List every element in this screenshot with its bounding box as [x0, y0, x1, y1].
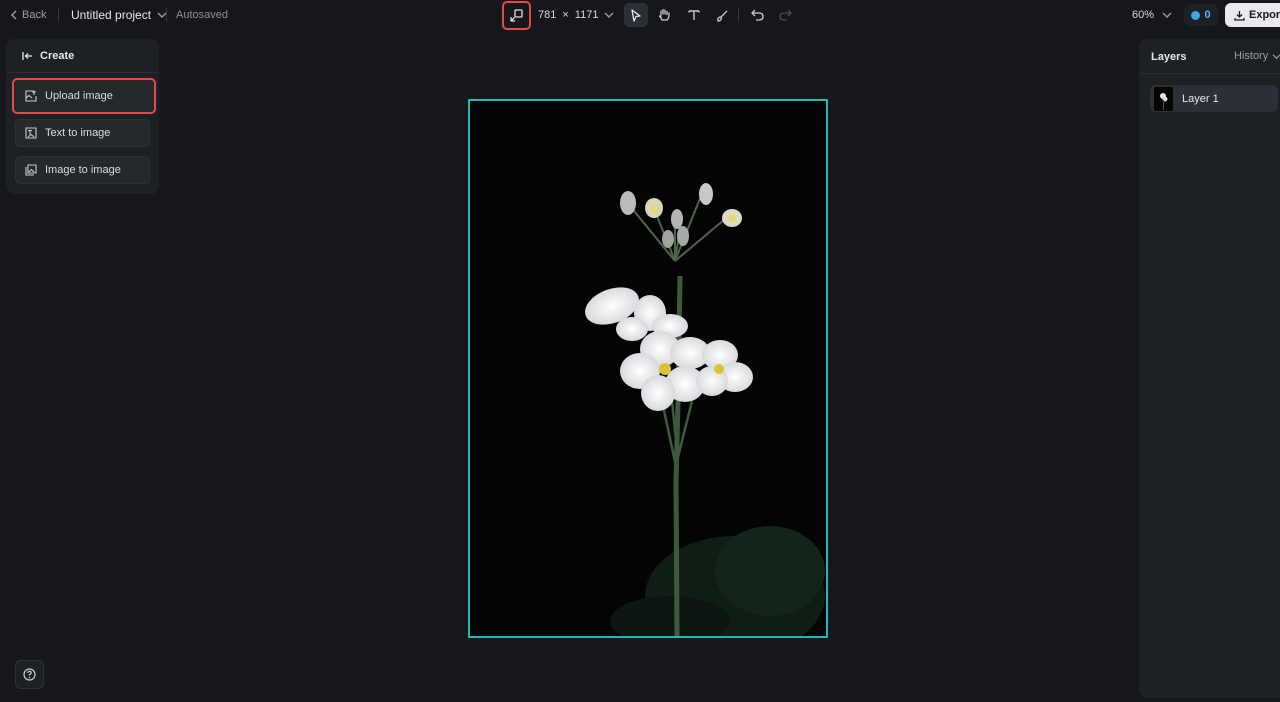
divider: [738, 8, 739, 22]
canvas-height: 1171: [574, 9, 599, 21]
canvas-width: 781: [538, 9, 557, 21]
select-tool[interactable]: [624, 3, 648, 27]
image-to-image-icon: [25, 164, 37, 176]
redo-button[interactable]: [773, 3, 797, 27]
text-icon: [688, 10, 700, 20]
hand-icon: [658, 8, 670, 21]
credits-count: 0: [1204, 9, 1211, 21]
undo-button[interactable]: [745, 3, 769, 27]
chevron-left-icon: [11, 10, 17, 20]
upload-image-button[interactable]: Upload image: [12, 78, 156, 114]
collapse-left-icon: [22, 52, 32, 60]
project-name: Untitled project: [71, 8, 152, 22]
project-name-menu[interactable]: Untitled project: [71, 0, 167, 30]
canvas-size-dropdown[interactable]: 781 × 1171: [538, 0, 614, 30]
layer-item[interactable]: Layer 1: [1150, 85, 1278, 112]
create-item-label: Upload image: [45, 90, 113, 102]
times-sign: ×: [562, 9, 569, 21]
top-bar: Back Untitled project Autosaved 781 × 11…: [0, 0, 1280, 30]
chevron-down-icon: [1272, 53, 1280, 59]
divider: [6, 72, 159, 73]
create-panel: Create Upload image Text to image Image …: [6, 39, 159, 194]
back-button[interactable]: Back: [10, 0, 46, 30]
create-title: Create: [40, 50, 75, 62]
text-tool[interactable]: [682, 3, 706, 27]
chevron-down-icon: [1162, 12, 1172, 18]
create-collapse-button[interactable]: Create: [22, 49, 74, 63]
text-to-image-button[interactable]: Text to image: [15, 119, 150, 147]
flower-photo: [470, 101, 826, 636]
layer-thumbnail: [1154, 86, 1173, 111]
export-label: Export: [1249, 9, 1280, 21]
help-button[interactable]: [15, 660, 44, 689]
divider: [166, 8, 167, 22]
history-label: History: [1234, 50, 1269, 62]
text-to-image-icon: [25, 127, 37, 139]
brush-tool[interactable]: [710, 3, 734, 27]
divider: [1139, 73, 1280, 74]
cursor-icon: [631, 8, 641, 22]
help-icon: [23, 668, 36, 681]
history-tab[interactable]: History: [1234, 50, 1280, 62]
divider: [58, 8, 59, 22]
credits-badge[interactable]: 0: [1184, 4, 1218, 26]
zoom-level: 60%: [1132, 9, 1155, 21]
export-button[interactable]: Export: [1225, 3, 1280, 27]
layer-name: Layer 1: [1182, 92, 1219, 105]
zoom-dropdown[interactable]: 60%: [1132, 0, 1172, 30]
layers-tab[interactable]: Layers: [1151, 51, 1186, 63]
resize-icon: [510, 9, 523, 22]
create-item-label: Image to image: [45, 164, 121, 176]
canvas-image[interactable]: [468, 99, 828, 638]
chevron-down-icon: [604, 12, 614, 18]
download-icon: [1234, 10, 1245, 21]
credit-coin-icon: [1191, 10, 1201, 20]
layers-panel: Layers History Layer 1: [1139, 39, 1280, 698]
create-item-label: Text to image: [45, 127, 111, 139]
image-to-image-button[interactable]: Image to image: [15, 156, 150, 184]
brush-icon: [716, 10, 727, 22]
upload-image-icon: [25, 90, 37, 102]
redo-icon: [778, 9, 792, 21]
resize-canvas-button[interactable]: [502, 1, 531, 30]
autosave-status: Autosaved: [176, 9, 228, 21]
back-label: Back: [22, 9, 47, 21]
undo-icon: [750, 9, 764, 21]
hand-tool[interactable]: [652, 3, 676, 27]
